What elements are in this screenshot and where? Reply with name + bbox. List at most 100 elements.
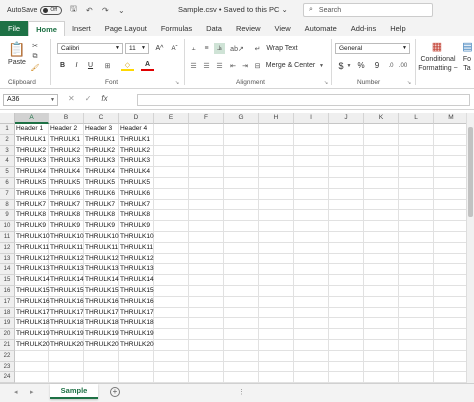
cell-g17[interactable] <box>224 296 259 308</box>
cell-d19[interactable]: THRULK18 <box>119 318 154 330</box>
cell-h21[interactable] <box>259 340 294 351</box>
copy-icon[interactable]: ⧉ <box>30 52 40 62</box>
tab-automate[interactable]: Automate <box>298 21 344 36</box>
cell-l8[interactable] <box>399 199 434 211</box>
cell-h6[interactable] <box>259 178 294 189</box>
cell-m13[interactable] <box>434 254 466 265</box>
cell-f6[interactable] <box>189 178 224 189</box>
cell-c1[interactable]: Header 3 <box>84 124 119 135</box>
tab-add-ins[interactable]: Add-ins <box>344 21 383 36</box>
row-header-21[interactable]: 21 <box>0 340 15 351</box>
cell-k1[interactable] <box>364 124 399 135</box>
cell-d24[interactable] <box>119 372 154 383</box>
cell-l15[interactable] <box>399 275 434 286</box>
customize-toolbar-icon[interactable]: ⌄ <box>116 6 126 15</box>
column-header-b[interactable]: B <box>49 113 84 124</box>
cell-l3[interactable] <box>399 145 434 157</box>
cell-i11[interactable] <box>294 232 329 243</box>
cell-f3[interactable] <box>189 145 224 157</box>
column-header-h[interactable]: H <box>259 113 294 124</box>
bold-button[interactable]: B <box>57 60 68 71</box>
cell-f5[interactable] <box>189 167 224 178</box>
cell-c17[interactable]: THRULK16 <box>84 296 119 308</box>
cell-d10[interactable]: THRULK9 <box>119 221 154 232</box>
number-dialog-launcher-icon[interactable]: ↘ <box>406 80 412 86</box>
cell-e20[interactable] <box>154 329 189 340</box>
decrease-decimal-icon[interactable]: .00 <box>398 60 408 71</box>
cell-k18[interactable] <box>364 307 399 319</box>
cell-c10[interactable]: THRULK9 <box>84 221 119 232</box>
cell-l7[interactable] <box>399 188 434 200</box>
cell-g14[interactable] <box>224 264 259 276</box>
cell-a19[interactable]: THRULK18 <box>15 318 50 330</box>
cell-l11[interactable] <box>399 232 434 243</box>
cell-b4[interactable]: THRULK3 <box>49 156 84 168</box>
column-header-a[interactable]: A <box>15 113 49 124</box>
cell-c12[interactable]: THRULK11 <box>84 242 119 254</box>
row-header-20[interactable]: 20 <box>0 329 15 340</box>
row-header-14[interactable]: 14 <box>0 264 15 276</box>
cell-m20[interactable] <box>434 329 466 340</box>
cell-g19[interactable] <box>224 318 259 330</box>
cell-e2[interactable] <box>154 134 189 146</box>
cell-b2[interactable]: THRULK1 <box>49 134 84 146</box>
cell-c16[interactable]: THRULK15 <box>84 286 119 297</box>
cell-a15[interactable]: THRULK14 <box>15 275 50 286</box>
row-header-11[interactable]: 11 <box>0 232 15 243</box>
cell-l1[interactable] <box>399 124 434 135</box>
cell-b7[interactable]: THRULK6 <box>49 188 84 200</box>
cell-m15[interactable] <box>434 275 466 286</box>
cell-h23[interactable] <box>259 361 294 373</box>
column-header-k[interactable]: K <box>364 113 399 124</box>
cell-b10[interactable]: THRULK9 <box>49 221 84 232</box>
cell-i10[interactable] <box>294 221 329 232</box>
cell-c18[interactable]: THRULK17 <box>84 307 119 319</box>
cell-a6[interactable]: THRULK5 <box>15 178 49 189</box>
autosave-toggle[interactable]: Off <box>40 5 63 15</box>
spreadsheet-grid[interactable]: A B C D E F G H I J K L M 1 Header 1 Header 2 Header 3 He… <box>0 113 466 383</box>
cell-a16[interactable]: THRULK15 <box>15 286 50 297</box>
cell-i16[interactable] <box>294 286 329 297</box>
cell-k19[interactable] <box>364 318 399 330</box>
cancel-icon[interactable]: ✕ <box>68 94 75 103</box>
cell-b9[interactable]: THRULK8 <box>49 210 84 222</box>
save-icon[interactable]: 🖫 <box>68 3 78 17</box>
cell-j23[interactable] <box>329 361 364 373</box>
wrap-text-icon[interactable]: ↵ <box>253 43 262 54</box>
tab-view[interactable]: View <box>268 21 298 36</box>
cell-a17[interactable]: THRULK16 <box>15 296 50 308</box>
cell-j11[interactable] <box>329 232 364 243</box>
cell-g24[interactable] <box>224 372 259 383</box>
cell-g23[interactable] <box>224 361 259 373</box>
cell-f12[interactable] <box>189 242 224 254</box>
cell-g10[interactable] <box>224 221 259 232</box>
cell-j3[interactable] <box>329 145 364 157</box>
row-header-8[interactable]: 8 <box>0 199 15 211</box>
cell-j13[interactable] <box>329 253 364 265</box>
cell-b14[interactable]: THRULK13 <box>49 264 84 276</box>
paste-button[interactable]: Paste <box>6 58 28 67</box>
align-left-icon[interactable]: ☰ <box>188 60 199 71</box>
row-header-12[interactable]: 12 <box>0 242 15 254</box>
cell-m19[interactable] <box>434 318 466 330</box>
cell-f9[interactable] <box>189 210 224 222</box>
cell-h12[interactable] <box>259 242 294 254</box>
cell-i14[interactable] <box>294 264 329 276</box>
tab-review[interactable]: Review <box>229 21 268 36</box>
cell-g1[interactable] <box>224 124 259 135</box>
cell-i23[interactable] <box>294 361 329 373</box>
cell-d1[interactable]: Header 4 <box>119 124 154 135</box>
cell-j20[interactable] <box>329 329 364 340</box>
cell-m4[interactable] <box>434 156 466 168</box>
cell-k15[interactable] <box>364 275 399 286</box>
cell-g16[interactable] <box>224 286 259 297</box>
cell-k10[interactable] <box>364 221 399 232</box>
row-header-19[interactable]: 19 <box>0 318 15 330</box>
paste-icon[interactable]: 📋 <box>8 40 26 58</box>
cell-k17[interactable] <box>364 296 399 308</box>
underline-button[interactable]: U <box>85 60 96 71</box>
cell-i18[interactable] <box>294 307 329 319</box>
cell-h20[interactable] <box>259 329 294 340</box>
cell-m18[interactable] <box>434 308 466 319</box>
font-size-select[interactable]: 11 ▼ <box>125 43 149 54</box>
